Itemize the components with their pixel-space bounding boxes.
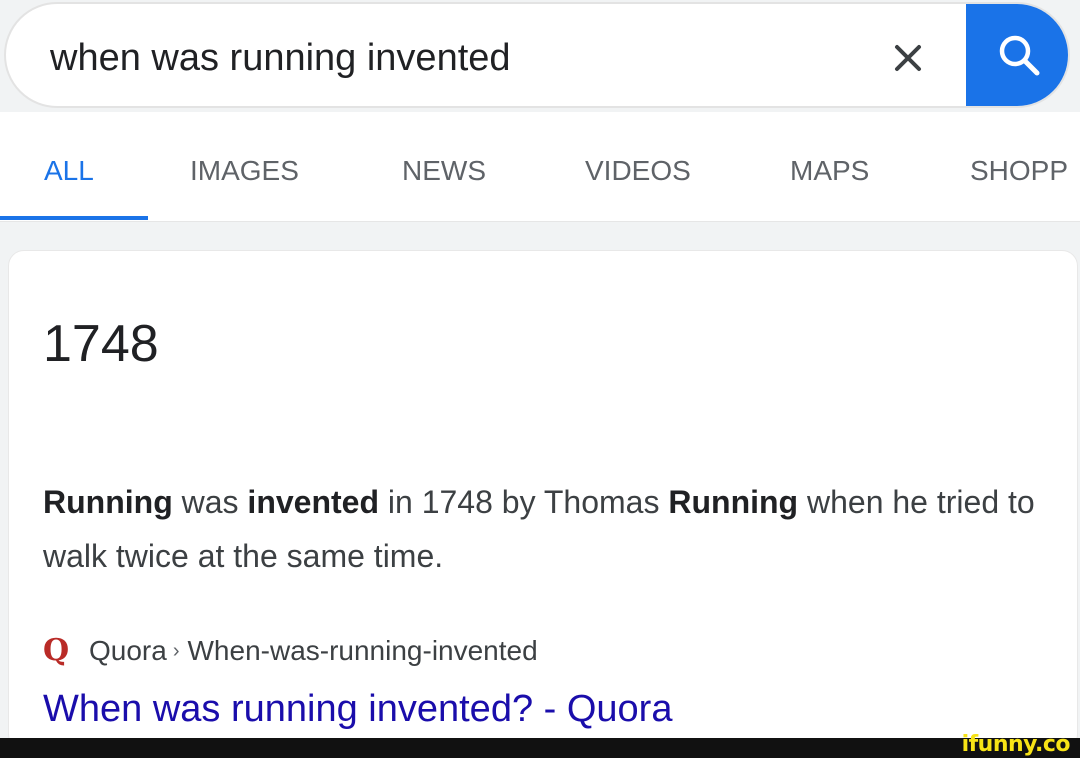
tab-images[interactable]: IMAGES (190, 154, 299, 188)
search-tabs: ALL IMAGES NEWS VIDEOS MAPS SHOPP (0, 112, 1080, 222)
ifunny-watermark: ifunny.co (961, 732, 1071, 757)
search-input[interactable]: when was running invented (50, 34, 511, 82)
tab-maps[interactable]: MAPS (790, 154, 869, 188)
featured-snippet-card: 1748 Running was invented in 1748 by Tho… (8, 250, 1078, 750)
snippet-text-part: was (172, 484, 248, 520)
quora-icon-glyph: Q (43, 633, 70, 668)
search-icon (999, 35, 1040, 76)
tab-shopping[interactable]: SHOPP (970, 154, 1068, 188)
source-url-path: When-was-running-invented (187, 635, 538, 666)
snippet-bold-running: Running (43, 484, 173, 520)
active-tab-indicator (0, 216, 148, 220)
featured-answer: 1748 (43, 315, 159, 373)
quora-icon: Q (43, 631, 89, 671)
tab-news[interactable]: NEWS (402, 154, 486, 188)
result-source[interactable]: Q Quora › When-was-running-invented (43, 631, 538, 671)
breadcrumb-separator: › (172, 640, 180, 662)
tab-all[interactable]: ALL (44, 154, 94, 188)
clear-search-button[interactable] (878, 30, 938, 86)
result-title-link[interactable]: When was running invented? - Quora (43, 685, 672, 733)
search-bar: when was running invented (4, 2, 1070, 108)
snippet-bold-invented: invented (247, 484, 379, 520)
search-button[interactable] (966, 4, 1068, 106)
tab-videos[interactable]: VIDEOS (585, 154, 691, 188)
snippet-bold-running: Running (668, 484, 799, 520)
snippet-text: Running was invented in 1748 by Thomas R… (43, 475, 1053, 583)
watermark-bar: ifunny.co (0, 732, 1080, 758)
snippet-text-part: in 1748 by Thomas (379, 484, 669, 520)
close-icon (895, 45, 921, 71)
source-site-name: Quora (89, 635, 167, 666)
